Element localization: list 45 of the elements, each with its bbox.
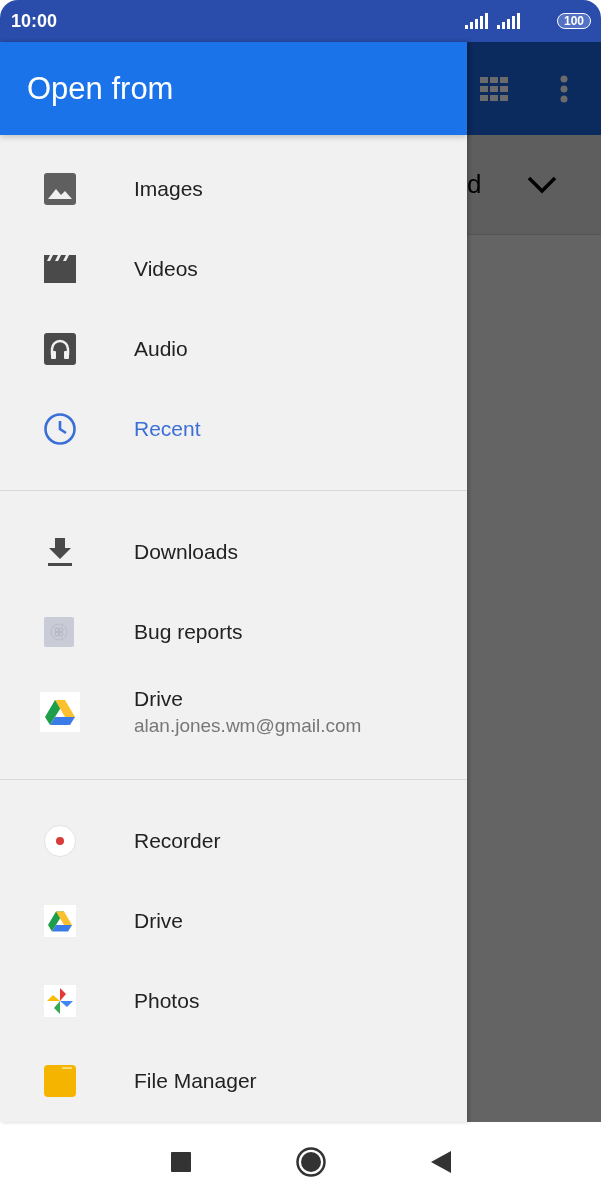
record-icon	[44, 825, 76, 857]
folder-icon	[44, 1065, 76, 1097]
chevron-down-icon[interactable]	[527, 175, 557, 194]
signal-icon	[464, 13, 489, 29]
home-button[interactable]	[295, 1147, 326, 1177]
item-label: File Manager	[134, 1069, 257, 1093]
back-button[interactable]	[430, 1151, 451, 1173]
drawer-item[interactable]: Photos	[0, 961, 467, 1041]
drawer-item[interactable]: Videos	[0, 229, 467, 309]
image-icon	[44, 173, 76, 205]
battery-indicator: 100	[556, 13, 591, 29]
drawer-item[interactable]: Drive alan.jones.wm@gmail.com	[0, 672, 467, 752]
item-label: Drive	[134, 687, 184, 711]
pinwheel-icon	[44, 985, 76, 1017]
signal-icon	[496, 13, 521, 29]
sort-label: d	[467, 169, 482, 200]
drawer-item[interactable]: Bug reports	[0, 592, 467, 672]
drawer-item[interactable]: File Manager	[0, 1041, 467, 1121]
item-label: Downloads	[134, 540, 238, 564]
account-email: alan.jones.wm@gmail.com	[134, 715, 362, 737]
clapperboard-icon	[44, 253, 76, 285]
item-label: Videos	[134, 257, 198, 281]
headphones-icon	[44, 333, 76, 365]
item-label: Images	[134, 177, 203, 201]
drawer-item[interactable]: Recent	[0, 389, 467, 469]
item-label: Bug reports	[134, 620, 243, 644]
drawer-item[interactable]: Downloads	[0, 512, 467, 592]
drawer-item[interactable]: Images	[0, 149, 467, 229]
drawer-item[interactable]: Drive	[0, 881, 467, 961]
recents-button[interactable]	[170, 1152, 191, 1172]
drawer-item[interactable]: Recorder	[0, 801, 467, 881]
item-label: Recorder	[134, 829, 221, 853]
item-label: Recent	[134, 417, 201, 441]
drawer-title: Open from	[27, 70, 174, 107]
item-label: Photos	[134, 989, 200, 1013]
grid-view-icon[interactable]	[480, 76, 508, 101]
item-label: Drive	[134, 909, 183, 933]
app-icon	[44, 616, 76, 648]
clock-icon	[44, 413, 76, 445]
drive-icon	[40, 692, 80, 732]
more-options-icon[interactable]	[560, 74, 568, 103]
drive-icon	[44, 905, 76, 937]
clock-time: 10:00	[11, 10, 58, 32]
drawer-item[interactable]: Audio	[0, 309, 467, 389]
item-label: Audio	[134, 337, 188, 361]
